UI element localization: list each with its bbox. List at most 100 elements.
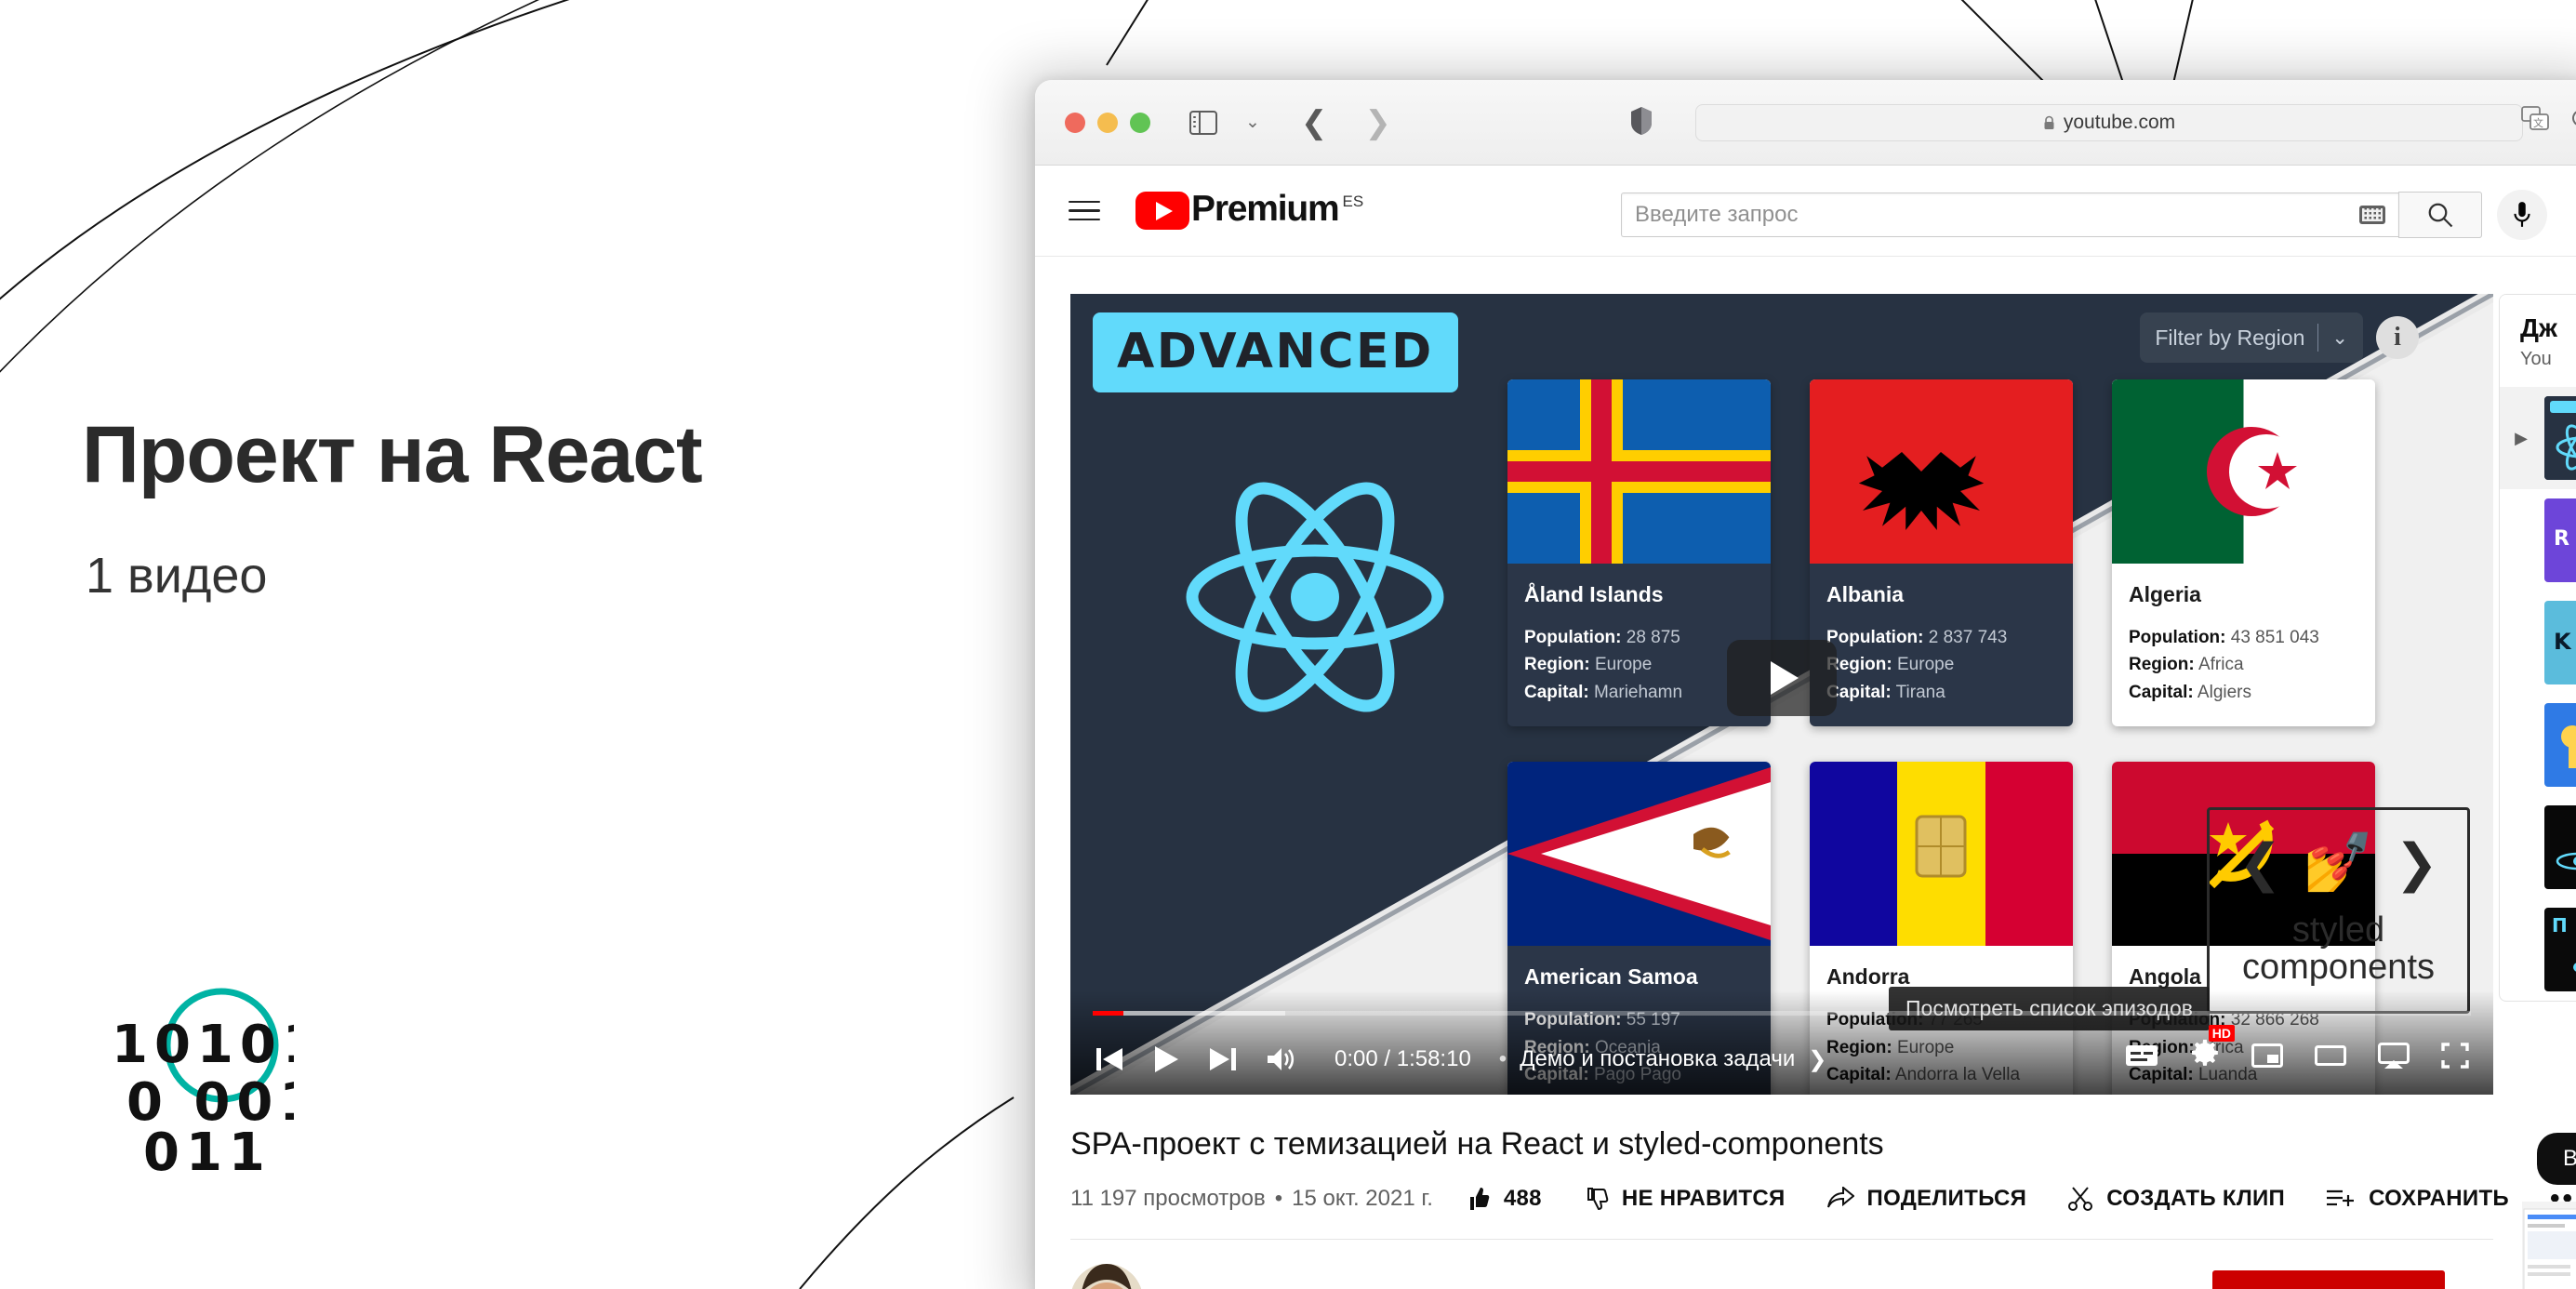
save-playlist-icon [2327,1189,2355,1206]
playlist-title: Дж [2520,313,2557,342]
capital-label: Capital: [1524,682,1589,702]
list-item[interactable] [2500,694,2576,796]
gear-icon[interactable] [2190,1038,2220,1068]
list-item[interactable]: П [2500,898,2576,1001]
capital-value: Mariehamn [1593,682,1683,702]
theater-mode-icon[interactable] [2315,1043,2346,1068]
capital-label: Capital: [2129,682,2194,702]
player-controls: 0:00 / 1:58:10 • Демо и постановка задач… [1070,990,2493,1095]
chevron-right-icon[interactable]: ❯ [1808,1046,1826,1073]
list-item[interactable]: R [2500,489,2576,591]
translate-icon[interactable]: 文 [2521,106,2549,130]
region-value: Europe [1897,655,1955,675]
card-row: Åland Islands Population: 28 875 Region:… [1507,379,2484,727]
primary-column: ADVANCED Filter by Region ⌄ i Åland Isla… [1035,257,2576,1289]
chapter-title[interactable]: Демо и постановка задачи [1520,1046,1795,1072]
fullscreen-icon[interactable] [2441,1042,2469,1069]
list-item[interactable]: ▶ [2500,387,2576,489]
youtube-premium-logo[interactable]: Premium ES [1135,191,1363,230]
avatar[interactable] [1070,1264,1143,1289]
search-button[interactable] [2398,192,2482,238]
region-label: Region: [2129,655,2195,675]
subtitles-icon[interactable] [2125,1043,2158,1068]
subscribe-button[interactable]: ПОДПИСАТЬСЯ [2211,1270,2445,1289]
reload-icon[interactable] [2569,107,2576,129]
miniplayer-icon[interactable] [2251,1043,2283,1068]
privacy-shield-icon[interactable] [1630,106,1653,136]
video-thumbnail[interactable] [2544,396,2576,480]
svg-text:文: 文 [2533,116,2543,129]
share-button[interactable]: ПОДЕЛИТЬСЯ [1826,1186,2027,1212]
country-name: American Samoa [1524,964,1698,990]
url-text: youtube.com [2063,112,2176,133]
styled-label-line2: components [2241,948,2435,987]
clip-label: СОЗДАТЬ КЛИП [2106,1186,2286,1211]
region-value: Europe [1595,655,1653,675]
channel-row: Михаил Непомнящий ПОДПИСАТЬСЯ [1070,1264,2473,1289]
population-value: 2 837 743 [1928,628,2008,647]
list-item[interactable] [2500,796,2576,898]
window-controls[interactable] [1065,112,1150,133]
country-name: Algeria [2129,582,2201,606]
clip-button[interactable]: СОЗДАТЬ КЛИП [2067,1186,2285,1212]
address-bar[interactable]: youtube.com [1695,104,2523,141]
divider [2317,324,2319,352]
play-icon[interactable] [1152,1044,1180,1074]
population-value: 43 851 043 [2230,628,2319,647]
separator: • [1498,1046,1507,1071]
search-input[interactable]: Введите запрос [1621,193,2398,237]
styled-components-card[interactable]: ❮ 💅 ❯ styled components [2207,807,2470,1014]
keyboard-icon[interactable] [2359,206,2385,224]
minimize-button[interactable] [1097,112,1118,133]
region-label: Region: [1524,655,1590,675]
play-overlay-icon[interactable] [1727,640,1837,717]
share-label: ПОДЕЛИТЬСЯ [1866,1186,2027,1211]
filter-by-region-dropdown[interactable]: Filter by Region ⌄ [2140,312,2363,363]
chevron-down-icon[interactable]: ⌄ [1245,112,1260,133]
like-button[interactable]: 488 [1465,1186,1542,1212]
airplay-icon[interactable] [2378,1042,2410,1069]
capital-value: Algiers [2197,682,2251,702]
channel-name[interactable]: Михаил Непомнящий [1169,1286,1434,1289]
progress-bar[interactable] [1093,1011,2471,1016]
close-button[interactable] [1065,112,1085,133]
all-filter-chip[interactable]: Все [2537,1133,2576,1185]
youtube-play-icon [1135,192,1189,230]
lock-icon [2044,115,2054,129]
playlist-panel: Дж You ▶ R K П [2499,294,2576,1002]
population-label: Population: [1524,628,1622,647]
dislike-button[interactable]: НЕ НРАВИТСЯ [1583,1186,1786,1212]
previous-track-icon[interactable] [1095,1045,1124,1073]
country-card[interactable]: Albania Population: 2 837 743 Region: Eu… [1810,379,2073,727]
video-thumbnail[interactable]: R [2544,498,2576,582]
country-name: Albania [1826,582,1905,606]
country-card[interactable]: Algeria Population: 43 851 043 Region: A… [2112,379,2375,727]
video-player[interactable]: ADVANCED Filter by Region ⌄ i Åland Isla… [1070,294,2493,1095]
recommended-video-thumbnail[interactable] [2522,1202,2576,1289]
video-thumbnail[interactable]: K [2544,601,2576,684]
region-value: Africa [2198,655,2244,675]
play-arrow-icon: ▶ [2515,428,2528,447]
sidebar-toggle-icon[interactable] [1189,110,1217,135]
zoom-button[interactable] [1130,112,1150,133]
next-track-icon[interactable] [1208,1045,1238,1073]
chevron-right-icon[interactable]: ❯ [1364,107,1391,139]
like-count: 488 [1503,1186,1542,1211]
video-title: SPA-проект с темизацией на React и style… [1070,1126,1884,1162]
video-thumbnail[interactable]: П [2544,908,2576,991]
search-icon [2428,203,2453,228]
hamburger-menu-icon[interactable] [1069,194,1100,228]
volume-icon[interactable] [1266,1045,1297,1073]
chevron-down-icon[interactable]: ⌄ [2331,326,2348,350]
voice-search-button[interactable] [2497,190,2547,240]
flag-aland [1507,379,1771,564]
video-thumbnail[interactable] [2544,805,2576,889]
population-value: 28 875 [1626,628,1680,647]
chevron-left-icon: ❮ [2237,833,2282,893]
time-display: 0:00 / 1:58:10 [1334,1046,1471,1071]
video-thumbnail[interactable] [2544,703,2576,787]
info-icon[interactable]: i [2376,316,2419,359]
browser-titlebar: ⌄ ❮ ❯ youtube.com 文 [1035,80,2576,166]
chevron-left-icon[interactable]: ❮ [1301,107,1328,139]
list-item[interactable]: K [2500,591,2576,694]
